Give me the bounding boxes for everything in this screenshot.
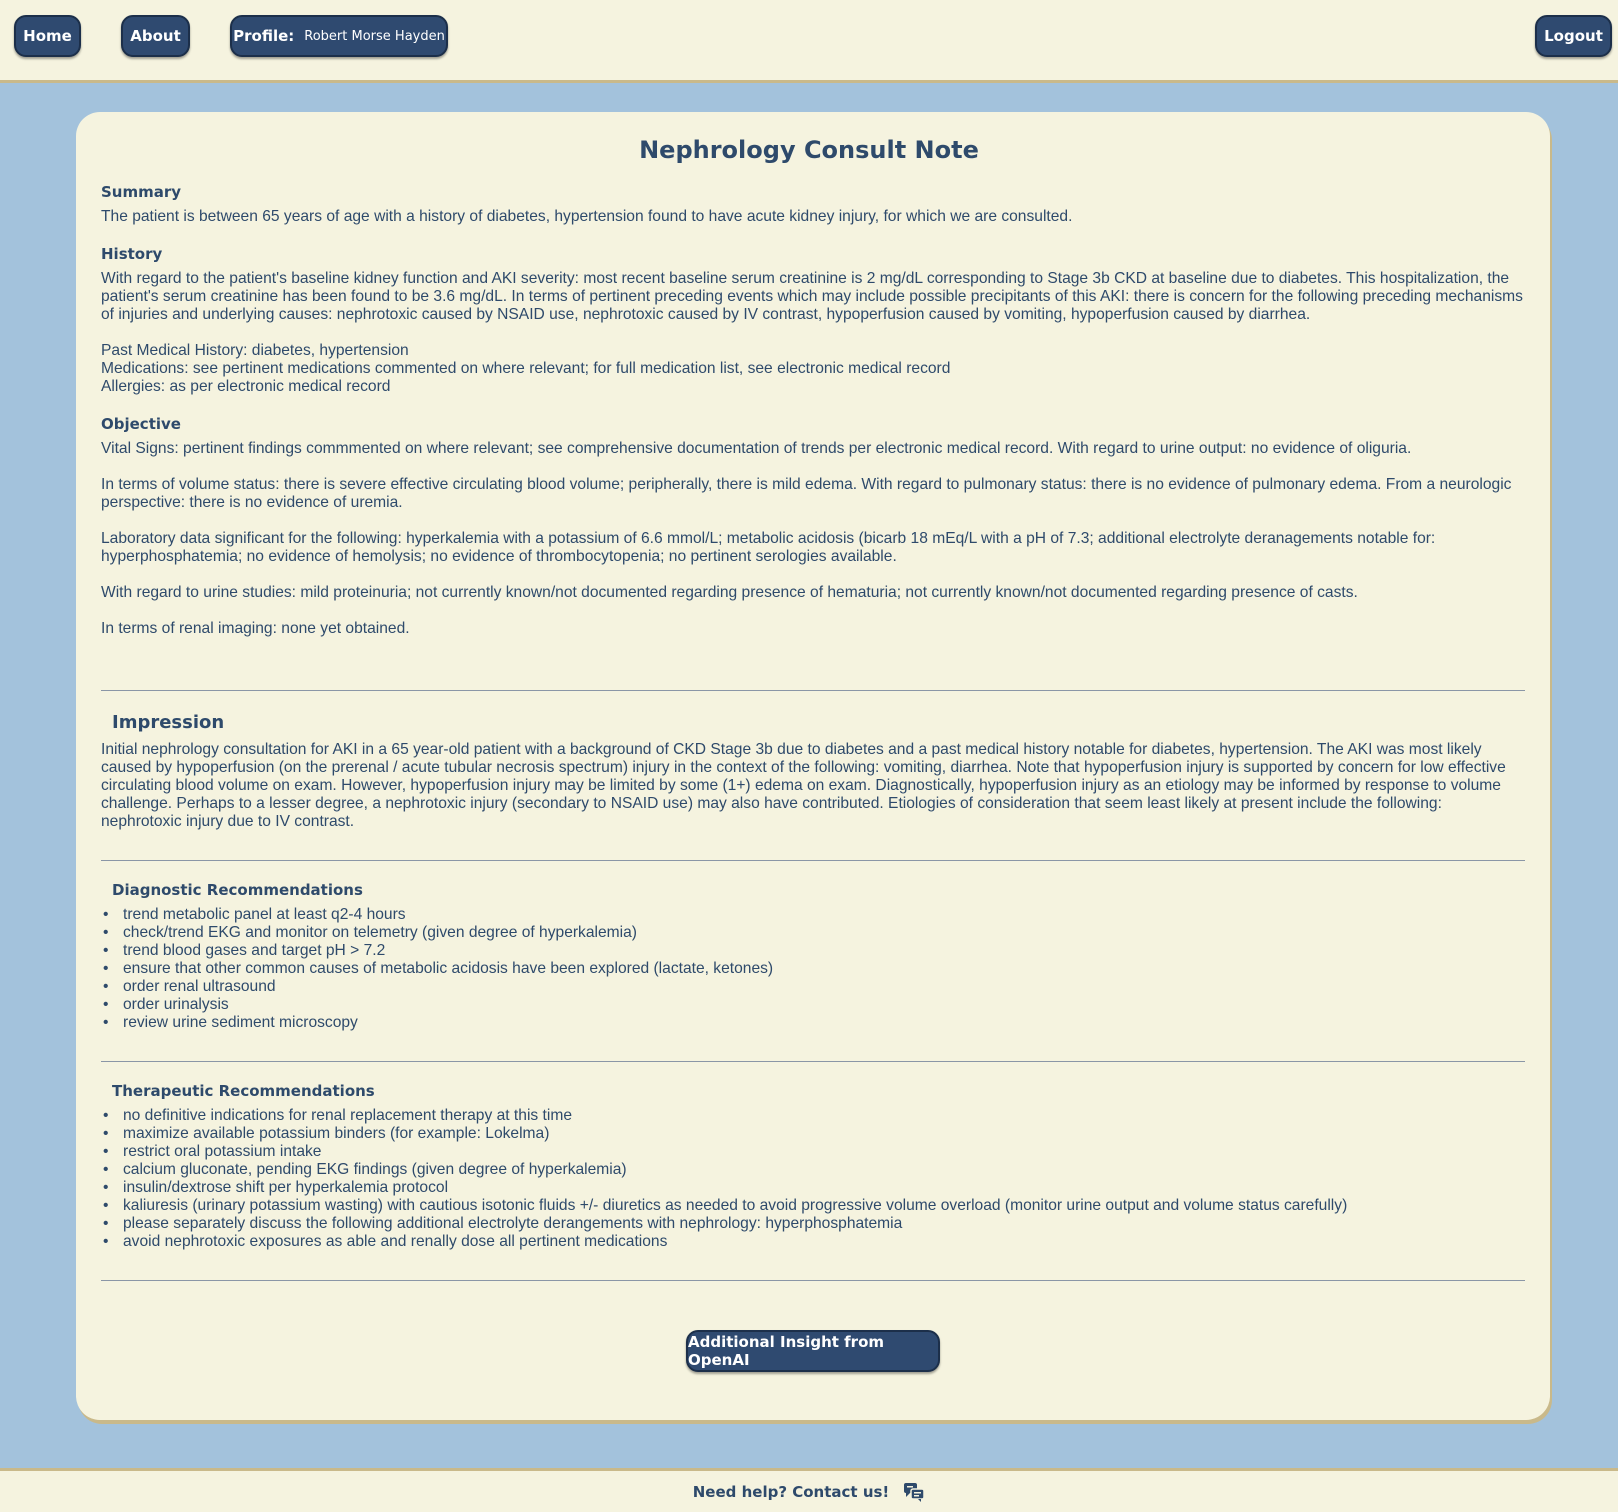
top-navigation-bar: Home About Profile: Robert Morse Hayden … bbox=[0, 0, 1618, 83]
recommendation-item: no definitive indications for renal repl… bbox=[101, 1107, 1525, 1125]
home-button[interactable]: Home bbox=[14, 15, 81, 57]
openai-insight-button[interactable]: Additional Insight from OpenAI bbox=[686, 1330, 940, 1372]
past-medical-history: Past Medical History: diabetes, hyperten… bbox=[101, 342, 409, 359]
recommendation-item: order urinalysis bbox=[101, 996, 1525, 1014]
home-button-label: Home bbox=[23, 27, 72, 45]
recommendation-item: calcium gluconate, pending EKG findings … bbox=[101, 1161, 1525, 1179]
allergies: Allergies: as per electronic medical rec… bbox=[101, 378, 391, 395]
vital-signs-text: Vital Signs: pertinent findings commment… bbox=[101, 440, 1412, 457]
recommendation-item: avoid nephrotoxic exposures as able and … bbox=[101, 1233, 1525, 1251]
footer: Need help? Contact us! bbox=[0, 1468, 1618, 1512]
diagnostic-recommendations-heading: Diagnostic Recommendations bbox=[112, 881, 363, 899]
consult-note-content: Summary The patient is between 65 years … bbox=[101, 182, 1525, 1281]
volume-status-text: In terms of volume status: there is seve… bbox=[101, 476, 1512, 511]
section-divider bbox=[101, 690, 1525, 691]
recommendation-item: trend metabolic panel at least q2-4 hour… bbox=[101, 906, 1525, 924]
renal-imaging-text: In terms of renal imaging: none yet obta… bbox=[101, 620, 410, 637]
therapeutic-recommendations-list: no definitive indications for renal repl… bbox=[101, 1107, 1525, 1251]
recommendation-item: please separately discuss the following … bbox=[101, 1215, 1525, 1233]
contact-support-icon bbox=[903, 1482, 926, 1502]
logout-button-label: Logout bbox=[1544, 27, 1603, 45]
therapeutic-recommendations-heading: Therapeutic Recommendations bbox=[112, 1082, 375, 1100]
logout-button[interactable]: Logout bbox=[1535, 15, 1612, 57]
impression-text: Initial nephrology consultation for AKI … bbox=[101, 741, 1506, 830]
summary-text: The patient is between 65 years of age w… bbox=[101, 208, 1073, 225]
contact-us-link[interactable]: Need help? Contact us! bbox=[693, 1482, 926, 1502]
openai-insight-button-label: Additional Insight from OpenAI bbox=[688, 1333, 885, 1369]
footer-help-text: Need help? Contact us! bbox=[692, 1482, 890, 1501]
medications: Medications: see pertinent medications c… bbox=[101, 360, 951, 377]
summary-heading: Summary bbox=[101, 183, 182, 201]
profile-button[interactable]: Profile: Robert Morse Hayden bbox=[230, 15, 448, 57]
recommendation-item: maximize available potassium binders (fo… bbox=[101, 1125, 1525, 1143]
profile-name: Robert Morse Hayden bbox=[304, 28, 445, 44]
section-divider bbox=[101, 860, 1525, 861]
history-text: With regard to the patient's baseline ki… bbox=[101, 270, 1523, 323]
recommendation-item: review urine sediment microscopy bbox=[101, 1014, 1525, 1032]
page-title: Nephrology Consult Note bbox=[639, 136, 979, 164]
recommendation-item: insulin/dextrose shift per hyperkalemia … bbox=[101, 1179, 1525, 1197]
recommendation-item: restrict oral potassium intake bbox=[101, 1143, 1525, 1161]
impression-heading: Impression bbox=[112, 712, 225, 733]
laboratory-text: Laboratory data significant for the foll… bbox=[101, 530, 1436, 565]
history-heading: History bbox=[101, 245, 163, 263]
urine-studies-text: With regard to urine studies: mild prote… bbox=[101, 584, 1358, 601]
recommendation-item: check/trend EKG and monitor on telemetry… bbox=[101, 924, 1525, 942]
diagnostic-recommendations-list: trend metabolic panel at least q2-4 hour… bbox=[101, 906, 1525, 1032]
about-button[interactable]: About bbox=[121, 15, 190, 57]
medical-background: Past Medical History: diabetes, hyperten… bbox=[101, 342, 1525, 396]
recommendation-item: kaliuresis (urinary potassium wasting) w… bbox=[101, 1197, 1525, 1215]
recommendation-item: ensure that other common causes of metab… bbox=[101, 960, 1525, 978]
profile-button-label: Profile: bbox=[233, 27, 295, 45]
section-divider bbox=[101, 1061, 1525, 1062]
recommendation-item: trend blood gases and target pH > 7.2 bbox=[101, 942, 1525, 960]
recommendation-item: order renal ultrasound bbox=[101, 978, 1525, 996]
section-divider bbox=[101, 1280, 1525, 1281]
about-button-label: About bbox=[130, 27, 181, 45]
objective-heading: Objective bbox=[101, 415, 181, 433]
